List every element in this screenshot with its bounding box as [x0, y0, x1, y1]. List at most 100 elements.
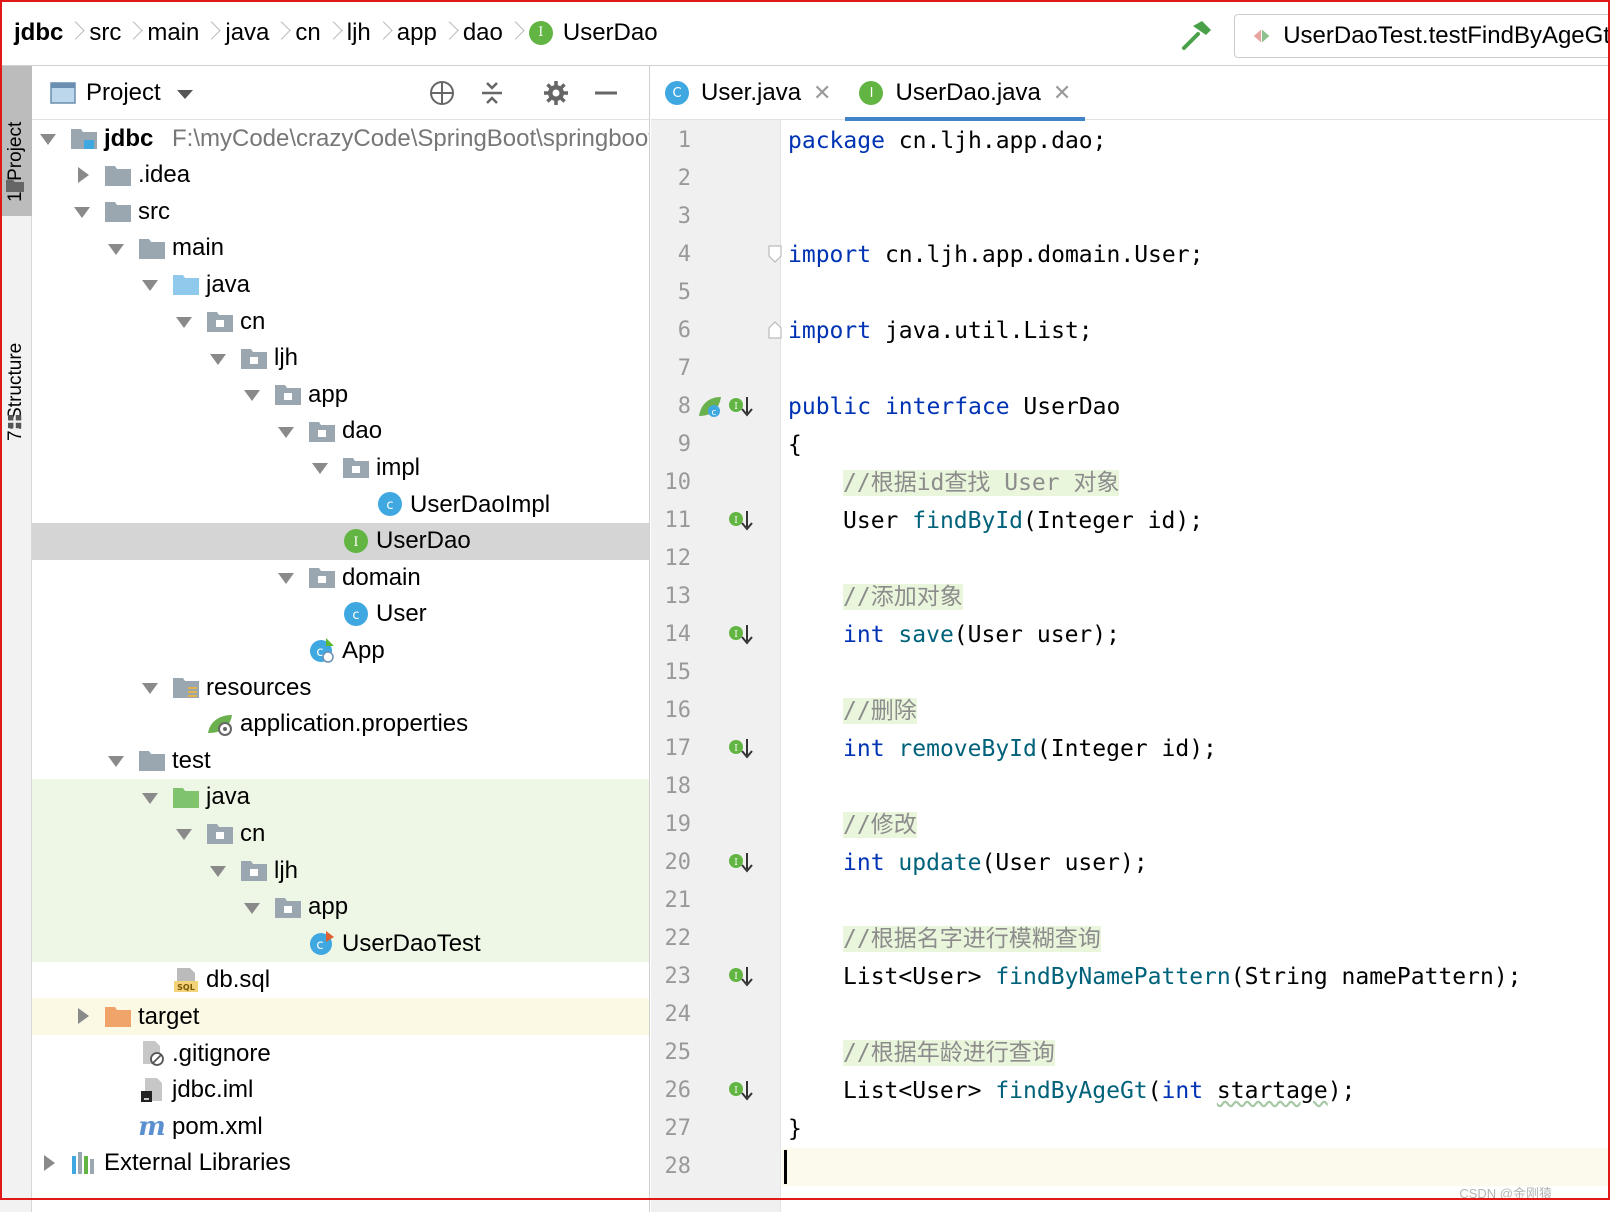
- implemented-icon[interactable]: I: [727, 622, 753, 648]
- code-token: int: [843, 850, 885, 876]
- chevron-down-icon[interactable]: [176, 89, 193, 99]
- code-line: int save(User user);: [843, 616, 1120, 654]
- expand-arrow-icon[interactable]: [106, 238, 128, 260]
- code-area[interactable]: package cn.ljh.app.dao; import cn.ljh.app…: [782, 120, 1610, 1212]
- expand-arrow-icon[interactable]: [140, 677, 162, 699]
- tab-label: UserDao.java: [895, 79, 1041, 106]
- implemented-icon[interactable]: I: [727, 964, 753, 990]
- tree-node-jdbc-iml[interactable]: jdbc.iml: [32, 1072, 649, 1109]
- tree-node-app[interactable]: c App: [32, 632, 649, 669]
- tree-node-userdaoimpl[interactable]: c UserDaoImpl: [32, 486, 649, 523]
- tree-node-pom-xml[interactable]: m pom.xml: [32, 1108, 649, 1145]
- tree-node-jdbc[interactable]: jdbc F:\myCode\crazyCode\SpringBoot\sprin…: [32, 120, 649, 157]
- locate-icon[interactable]: [428, 79, 456, 107]
- tree-node-test[interactable]: test: [32, 742, 649, 779]
- editor-tab-userdao-java[interactable]: I UserDao.java ✕: [845, 66, 1086, 121]
- tree-node-app[interactable]: app: [32, 888, 649, 926]
- implemented-icon[interactable]: I: [727, 1078, 753, 1104]
- breadcrumb-item-5[interactable]: ljh: [347, 0, 371, 66]
- implemented-icon[interactable]: I: [727, 850, 753, 876]
- collapsed-arrow-icon[interactable]: [38, 1153, 60, 1175]
- tree-node-idea[interactable]: .idea: [32, 157, 649, 194]
- line-number: 12: [664, 546, 692, 571]
- tree-node-impl[interactable]: impl: [32, 449, 649, 486]
- breadcrumb-item-7[interactable]: dao: [463, 0, 503, 66]
- expand-arrow-icon[interactable]: [242, 897, 264, 919]
- tree-node-java[interactable]: java: [32, 266, 649, 303]
- hammer-icon[interactable]: [1180, 18, 1214, 52]
- collapsed-arrow-icon[interactable]: [72, 1006, 94, 1028]
- expand-arrow-icon[interactable]: [242, 384, 264, 406]
- fold-marker-icon[interactable]: [767, 320, 783, 340]
- svg-text:I: I: [734, 402, 738, 412]
- chevron-right-icon: [437, 0, 463, 66]
- collapsed-arrow-icon[interactable]: [72, 165, 94, 187]
- expand-arrow-icon[interactable]: [140, 274, 162, 296]
- code-line: package cn.ljh.app.dao;: [788, 122, 1107, 160]
- line-number: 19: [664, 812, 692, 837]
- fold-marker-icon[interactable]: [767, 244, 783, 264]
- editor-tab-user-java[interactable]: C User.java ✕: [651, 66, 845, 120]
- tree-node-db-sql[interactable]: SQL db.sql: [32, 962, 649, 999]
- tree-node-label: cn: [240, 307, 266, 335]
- breadcrumb-item-6[interactable]: app: [397, 0, 437, 66]
- tree-node-external-libraries[interactable]: External Libraries: [32, 1145, 649, 1182]
- tree-node-src[interactable]: src: [32, 193, 649, 230]
- tree-node-main[interactable]: main: [32, 230, 649, 267]
- breadcrumb-item-1[interactable]: src: [89, 0, 121, 66]
- breadcrumb-item-0[interactable]: jdbc: [14, 0, 63, 66]
- line-number: 18: [664, 774, 692, 799]
- expand-arrow-icon[interactable]: [38, 128, 60, 150]
- expand-arrow-icon[interactable]: [208, 348, 230, 370]
- gear-icon[interactable]: [542, 79, 570, 107]
- expand-arrow-icon[interactable]: [310, 457, 332, 479]
- expand-arrow-icon[interactable]: [72, 201, 94, 223]
- tree-node-ljh[interactable]: ljh: [32, 852, 649, 889]
- collapse-all-icon[interactable]: [478, 79, 506, 107]
- close-icon[interactable]: ✕: [1053, 80, 1071, 106]
- expand-arrow-icon[interactable]: [208, 860, 230, 882]
- tree-node-cn[interactable]: cn: [32, 815, 649, 853]
- tree-node-gitignore[interactable]: .gitignore: [32, 1035, 649, 1072]
- svg-text:SQL: SQL: [177, 983, 195, 992]
- implemented-icon[interactable]: I: [727, 508, 753, 534]
- tree-node-resources[interactable]: resources: [32, 669, 649, 706]
- svg-text:c: c: [316, 938, 323, 953]
- tree-node-dao[interactable]: dao: [32, 413, 649, 450]
- minimize-icon[interactable]: [592, 79, 620, 107]
- expand-arrow-icon[interactable]: [174, 311, 196, 333]
- project-tool-button[interactable]: 1: Project: [0, 66, 32, 216]
- close-icon[interactable]: ✕: [813, 80, 831, 106]
- code-token: (: [1147, 1078, 1162, 1104]
- breadcrumb-item-4[interactable]: cn: [295, 0, 320, 66]
- spring-bean-icon[interactable]: c: [697, 394, 723, 420]
- tree-node-java[interactable]: java: [32, 778, 649, 816]
- breadcrumb-item-2[interactable]: main: [147, 0, 199, 66]
- breadcrumb-current[interactable]: I UserDao: [528, 0, 658, 66]
- tree-node-cn[interactable]: cn: [32, 303, 649, 340]
- tree-node-app[interactable]: app: [32, 376, 649, 413]
- structure-tool-button[interactable]: 7: Structure: [0, 231, 32, 451]
- tree-node-ljh[interactable]: ljh: [32, 340, 649, 377]
- breadcrumb: jdbc src main java cn ljh app dao I UserDao: [0, 0, 658, 66]
- svg-text:c: c: [352, 608, 359, 623]
- tree-node-application-properties[interactable]: application.properties: [32, 706, 649, 743]
- project-view-selector[interactable]: Project: [86, 79, 161, 107]
- expand-arrow-icon[interactable]: [140, 787, 162, 809]
- maven-icon: m: [138, 1112, 166, 1142]
- tree-node-target[interactable]: target: [32, 998, 649, 1036]
- run-configuration-selector[interactable]: UserDaoTest.testFindByAgeGt: [1234, 14, 1610, 58]
- implemented-icon[interactable]: I: [727, 394, 753, 420]
- breadcrumb-item-3[interactable]: java: [225, 0, 269, 66]
- tree-node-user[interactable]: c User: [32, 596, 649, 633]
- tree-node-userdao[interactable]: I UserDao: [32, 522, 649, 560]
- implemented-icon[interactable]: I: [727, 736, 753, 762]
- expand-arrow-icon[interactable]: [276, 567, 298, 589]
- tree-node-domain[interactable]: domain: [32, 559, 649, 596]
- expand-arrow-icon[interactable]: [276, 421, 298, 443]
- expand-arrow-icon[interactable]: [174, 823, 196, 845]
- tree-node-label: App: [342, 636, 385, 664]
- expand-arrow-icon[interactable]: [106, 750, 128, 772]
- tree-node-userdaotest[interactable]: c UserDaoTest: [32, 925, 649, 963]
